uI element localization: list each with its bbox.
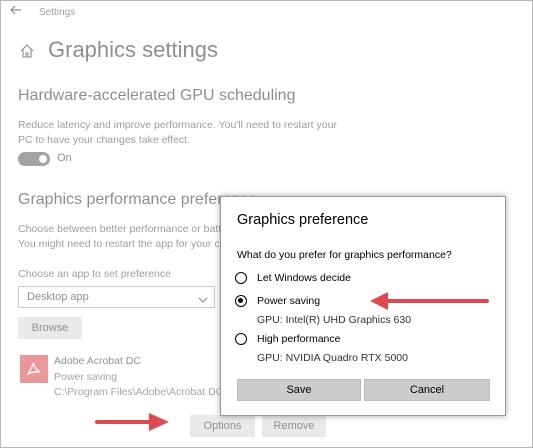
app-type-select[interactable]: Desktop app	[18, 286, 215, 308]
settings-window: Settings Graphics settings Hardware-acce…	[0, 0, 533, 448]
radio-selected-dot	[238, 298, 243, 303]
remove-button[interactable]: Remove	[262, 415, 326, 437]
home-icon[interactable]	[19, 43, 35, 59]
app-name: Adobe Acrobat DC	[54, 355, 141, 367]
app-preference: Power saving	[54, 371, 118, 383]
radio-button[interactable]	[235, 333, 247, 345]
radio-button[interactable]	[235, 272, 247, 284]
gpu-power-saving: GPU: Intel(R) UHD Graphics 630	[257, 314, 412, 326]
page-title: Graphics settings	[48, 37, 218, 62]
gpu-scheduling-heading: Hardware-accelerated GPU scheduling	[18, 87, 296, 104]
gpu-scheduling-description: Reduce latency and improve performance. …	[18, 118, 337, 148]
app-type-selected: Desktop app	[27, 291, 89, 303]
gpu-high-performance: GPU: NVIDIA Quadro RTX 5000	[257, 352, 408, 364]
radio-label: Power saving	[257, 295, 321, 307]
chevron-down-icon	[198, 292, 208, 303]
pdf-icon	[20, 355, 48, 383]
toggle-state-label: On	[57, 152, 72, 164]
cancel-button[interactable]: Cancel	[364, 379, 490, 401]
annotation-arrow	[95, 413, 169, 431]
dialog-question: What do you prefer for graphics performa…	[237, 249, 452, 261]
gpu-scheduling-description-line2: PC to have your changes take effect.	[18, 134, 190, 146]
radio-label: Let Windows decide	[257, 272, 351, 284]
app-list-item[interactable]: Adobe Acrobat DC Power saving C:\Program…	[18, 351, 321, 399]
browse-button[interactable]: Browse	[18, 317, 82, 339]
choose-app-label: Choose an app to set preference	[18, 268, 171, 280]
toggle-knob	[39, 155, 47, 163]
dialog-title: Graphics preference	[237, 212, 369, 228]
radio-button-selected[interactable]	[235, 295, 247, 307]
options-button[interactable]: Options	[190, 415, 255, 437]
gpu-scheduling-description-line1: Reduce latency and improve performance. …	[18, 119, 337, 131]
app-title: Settings	[39, 7, 76, 18]
annotation-arrow	[370, 292, 489, 310]
radio-label: High performance	[257, 333, 341, 345]
save-button[interactable]: Save	[237, 379, 361, 401]
back-arrow-icon[interactable]	[9, 3, 23, 17]
gpu-scheduling-toggle[interactable]	[18, 152, 50, 166]
title-bar: Settings	[1, 1, 532, 27]
